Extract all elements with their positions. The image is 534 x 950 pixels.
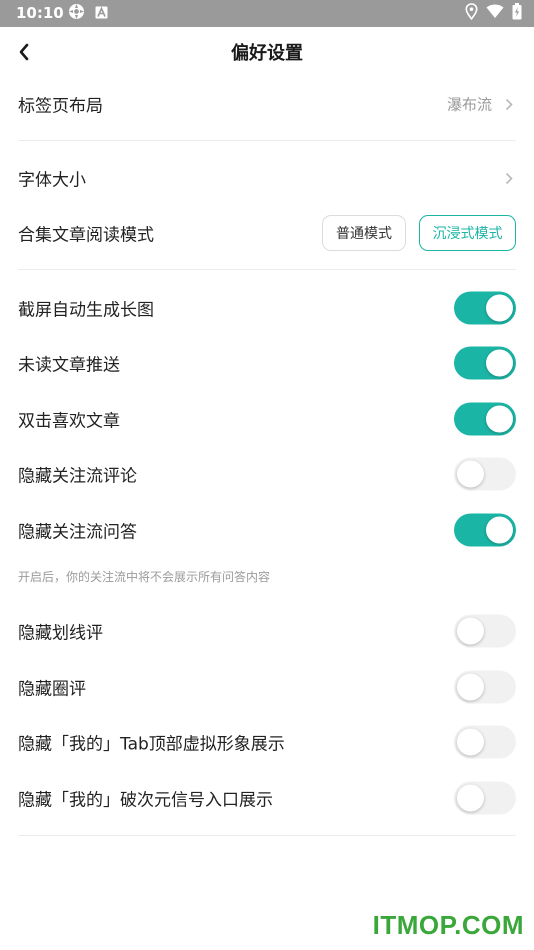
divider (18, 140, 516, 141)
toggle-knob (457, 673, 484, 701)
hide-tab-avatar-row: 隐藏「我的」Tab顶部虚拟形象展示 (18, 722, 516, 762)
row-label: 标签页布局 (18, 96, 103, 117)
row-label: 隐藏关注流问答 (18, 522, 137, 543)
status-time: 10:10 (16, 4, 64, 22)
normal-mode-button[interactable]: 普通模式 (322, 215, 406, 251)
hide-circle-comments-row: 隐藏圈评 (18, 667, 516, 707)
hide-tab-avatar-toggle[interactable] (454, 725, 516, 759)
hide-follow-qa-toggle[interactable] (454, 513, 516, 547)
row-label: 双击喜欢文章 (18, 411, 120, 432)
screenshot-long-image-row: 截屏自动生成长图 (18, 288, 516, 328)
watermark: ITMOP.COM (372, 910, 524, 940)
double-tap-like-toggle[interactable] (454, 402, 516, 436)
location-icon (465, 3, 478, 24)
font-size-row[interactable]: 字体大小 (18, 158, 516, 198)
toggle-knob (486, 349, 513, 377)
toggle-knob (457, 784, 484, 812)
hide-underline-comments-toggle[interactable] (454, 614, 516, 648)
a-square-icon (95, 4, 108, 23)
toggle-knob (457, 460, 484, 488)
chevron-right-icon (502, 97, 516, 111)
immersive-mode-button[interactable]: 沉浸式模式 (419, 215, 516, 251)
hide-ciyuan-entry-toggle[interactable] (454, 781, 516, 815)
row-label: 隐藏圈评 (18, 679, 86, 700)
divider (18, 269, 516, 270)
row-label: 隐藏划线评 (18, 623, 103, 644)
row-label: 隐藏关注流评论 (18, 466, 137, 487)
tab-layout-value: 瀑布流 (446, 95, 492, 114)
header: 偏好设置 (0, 27, 534, 77)
chevron-right-icon (502, 171, 516, 185)
row-label: 合集文章阅读模式 (18, 225, 154, 246)
page-title: 偏好设置 (231, 43, 303, 64)
row-label: 隐藏「我的」破次元信号入口展示 (18, 790, 273, 811)
toggle-knob (457, 728, 484, 756)
reading-mode-options: 普通模式 沉浸式模式 (322, 215, 516, 251)
battery-icon (512, 3, 522, 24)
toggle-knob (486, 516, 513, 544)
hide-underline-comments-row: 隐藏划线评 (18, 611, 516, 651)
toggle-knob (486, 405, 513, 433)
toggle-knob (486, 294, 513, 322)
hide-follow-qa-hint: 开启后，你的关注流中将不会展示所有问答内容 (18, 570, 271, 584)
status-bar: 10:10 (0, 0, 534, 27)
row-label: 截屏自动生成长图 (18, 300, 154, 321)
hide-follow-comments-row: 隐藏关注流评论 (18, 454, 516, 494)
double-tap-like-row: 双击喜欢文章 (18, 399, 516, 439)
hide-circle-comments-toggle[interactable] (454, 670, 516, 704)
screenshot-long-image-toggle[interactable] (454, 291, 516, 325)
toggle-knob (457, 617, 484, 645)
hide-follow-comments-toggle[interactable] (454, 457, 516, 491)
unread-push-row: 未读文章推送 (18, 343, 516, 383)
collection-reading-mode-row: 合集文章阅读模式 普通模式 沉浸式模式 (18, 213, 516, 253)
unread-push-toggle[interactable] (454, 346, 516, 380)
hide-follow-qa-row: 隐藏关注流问答 (18, 510, 516, 550)
row-label: 字体大小 (18, 170, 86, 191)
tab-layout-row[interactable]: 标签页布局 瀑布流 (18, 84, 516, 124)
hide-ciyuan-entry-row: 隐藏「我的」破次元信号入口展示 (18, 778, 516, 818)
wifi-icon (486, 4, 504, 23)
row-label: 隐藏「我的」Tab顶部虚拟形象展示 (18, 734, 285, 755)
row-label: 未读文章推送 (18, 355, 120, 376)
divider (18, 835, 516, 836)
settings-wheel-icon (68, 3, 85, 24)
